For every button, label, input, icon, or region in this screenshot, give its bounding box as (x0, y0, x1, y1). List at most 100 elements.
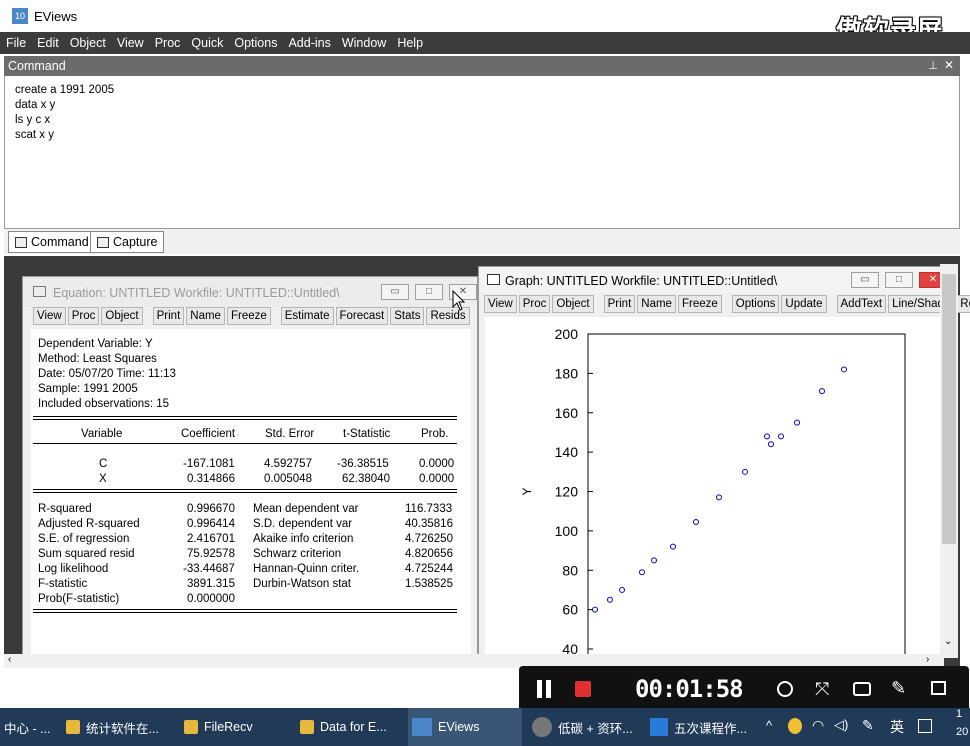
eq-freeze-button[interactable]: Freeze (226, 307, 271, 325)
gr-view-button[interactable]: View (484, 295, 517, 313)
equation-title: Equation: UNTITLED Workfile: UNTITLED::U… (53, 286, 340, 300)
gr-object-button[interactable]: Object (552, 295, 594, 313)
eq-view-button[interactable]: View (33, 307, 66, 325)
clock[interactable]: 1 20 (956, 708, 968, 738)
gr-options-button[interactable]: Options (731, 295, 780, 313)
taskbar-item[interactable]: 中心 - ... (0, 708, 51, 746)
stat-label: R-squared (38, 503, 92, 515)
eq-name-button[interactable]: Name (186, 307, 225, 325)
app-title: EViews (34, 9, 78, 24)
stat-value: 1.538525 (405, 578, 453, 590)
pen-tray-icon[interactable]: ✎ (862, 717, 874, 734)
tray-chevron-icon[interactable]: ^ (766, 718, 772, 733)
qq-tray-icon[interactable] (788, 718, 802, 734)
tab-capture[interactable]: Capture (90, 231, 165, 253)
taskbar-item-label: 低碳 + 资环... (558, 721, 633, 736)
app-icon (650, 718, 668, 736)
volume-icon[interactable]: ◁) (834, 717, 848, 733)
menu-options[interactable]: Options (234, 36, 277, 50)
graph-toolbar: View Proc Object Print Name Freeze Optio… (484, 295, 970, 313)
folder-icon (66, 720, 80, 734)
stat-value: 75.92578 (187, 548, 235, 560)
window-mode-icon[interactable] (931, 681, 946, 695)
ime-language[interactable]: 英 (890, 717, 904, 737)
vertical-scrollbar[interactable]: ⌄ (940, 264, 958, 658)
gr-proc-button[interactable]: Proc (518, 295, 551, 313)
keyboard-grid-icon[interactable] (918, 719, 932, 733)
table-cell: C (99, 458, 108, 470)
stat-label: Mean dependent var (253, 503, 359, 515)
stat-label: Prob(F-statistic) (38, 593, 120, 605)
scatter-point (819, 388, 825, 395)
camera-icon[interactable] (853, 682, 871, 696)
scrollbar-thumb[interactable] (942, 274, 956, 544)
stat-value: 0.996670 (187, 503, 235, 515)
equation-toolbar: View Proc Object Print Name Freeze Estim… (33, 307, 470, 325)
divider (33, 609, 457, 613)
eq-object-button[interactable]: Object (101, 307, 143, 325)
tab-capture-label: Capture (113, 235, 158, 249)
stat-value: 4.820656 (405, 548, 453, 560)
minimize-button[interactable]: ▭ (851, 272, 879, 288)
report-header-line: Method: Least Squares (38, 353, 157, 365)
taskbar-item[interactable]: 低碳 + 资环... (528, 708, 633, 746)
minimize-button[interactable]: ▭ (381, 284, 409, 300)
scroll-left-icon[interactable]: ‹ (8, 654, 11, 665)
scroll-down-icon[interactable]: ⌄ (944, 636, 952, 647)
gr-addtext-button[interactable]: AddText (836, 295, 887, 313)
menu-help[interactable]: Help (397, 36, 423, 50)
menu-window[interactable]: Window (342, 36, 386, 50)
gr-print-button[interactable]: Print (603, 295, 636, 313)
scatter-point (742, 468, 748, 475)
menu-file[interactable]: File (6, 36, 26, 50)
pen-icon[interactable]: ✎ (891, 678, 906, 699)
screenshot-region-icon[interactable] (777, 681, 793, 697)
menu-addins[interactable]: Add-ins (288, 36, 330, 50)
scatter-point (764, 433, 770, 440)
taskbar-item-label: 中心 - ... (4, 721, 51, 736)
close-icon[interactable]: ✕ (944, 58, 954, 72)
gr-freeze-button[interactable]: Freeze (677, 295, 722, 313)
column-header: t-Statistic (343, 428, 391, 440)
eq-estimate-button[interactable]: Estimate (280, 307, 334, 325)
stat-label: Schwarz criterion (253, 548, 342, 560)
command-line: scat x y (15, 129, 54, 141)
stop-icon[interactable] (575, 681, 591, 697)
y-tick-label: 160 (555, 405, 579, 421)
stat-value: 116.7333 (405, 503, 453, 515)
taskbar-item[interactable]: FileRecv (180, 708, 253, 746)
maximize-button[interactable]: □ (415, 284, 443, 300)
stat-value: 2.416701 (187, 533, 235, 545)
menu-view[interactable]: View (117, 36, 144, 50)
scroll-right-icon[interactable]: › (926, 654, 929, 665)
taskbar-item[interactable]: 统计软件在... (62, 708, 159, 746)
taskbar-item-active[interactable]: EViews (408, 708, 522, 746)
pause-icon[interactable] (537, 680, 553, 698)
recording-timer: 00:01:58 (635, 675, 744, 703)
scatter-point (768, 441, 774, 448)
command-input-area[interactable]: create a 1991 2005 data x y ls y c x sca… (4, 76, 960, 228)
taskbar-item[interactable]: Data for E... (296, 708, 387, 746)
menu-quick[interactable]: Quick (191, 36, 223, 50)
tab-command[interactable]: Command (8, 231, 96, 253)
eviews-app-icon (412, 718, 432, 736)
maximize-button[interactable]: □ (885, 272, 913, 288)
menu-edit[interactable]: Edit (37, 36, 59, 50)
gr-name-button[interactable]: Name (637, 295, 676, 313)
taskbar-item-label: 统计软件在... (86, 721, 159, 736)
eq-forecast-button[interactable]: Forecast (335, 307, 389, 325)
menu-object[interactable]: Object (70, 36, 106, 50)
wifi-icon[interactable]: ◠ (812, 717, 824, 734)
stat-label: S.D. dependent var (253, 518, 353, 530)
eq-proc-button[interactable]: Proc (67, 307, 100, 325)
pin-icon[interactable]: ⊥ (928, 59, 938, 72)
menu-proc[interactable]: Proc (155, 36, 181, 50)
eq-print-button[interactable]: Print (152, 307, 185, 325)
eq-stats-button[interactable]: Stats (390, 307, 425, 325)
tab-command-label: Command (31, 235, 89, 249)
gr-remove-button[interactable]: Rer (956, 295, 970, 313)
fullscreen-icon[interactable]: ⤧ (815, 679, 829, 700)
taskbar-item[interactable]: 五次课程作... (646, 708, 747, 746)
gr-update-button[interactable]: Update (781, 295, 827, 313)
command-header-label: Command (8, 59, 66, 73)
